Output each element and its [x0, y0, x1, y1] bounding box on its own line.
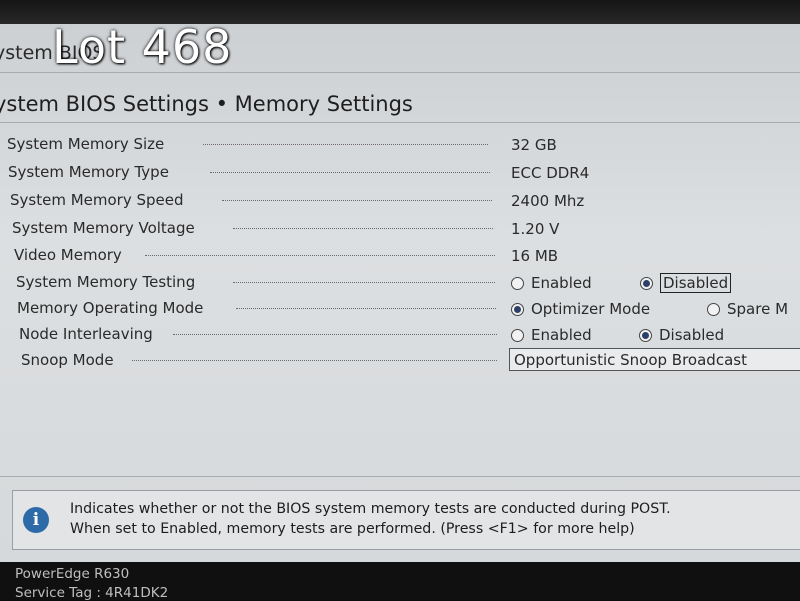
lot-overlay-label: Lot 468 — [52, 20, 233, 74]
radio-label: Optimizer Mode — [531, 300, 651, 318]
setting-value: ECC DDR4 — [511, 164, 590, 182]
radio-label: Spare M — [727, 300, 789, 318]
dotted-leader — [236, 308, 496, 309]
info-icon: i — [23, 507, 49, 533]
dotted-leader — [132, 360, 497, 361]
radio-label: Disabled — [660, 273, 732, 293]
setting-label: Snoop Mode — [21, 351, 114, 369]
setting-value: 1.20 V — [511, 220, 560, 238]
server-model: PowerEdge R630 — [15, 566, 130, 582]
service-tag: Service Tag : 4R41DK2 — [15, 585, 169, 601]
dotted-leader — [233, 282, 495, 283]
dotted-leader — [222, 200, 492, 201]
setting-label: Memory Operating Mode — [17, 299, 204, 317]
setting-label: System Memory Voltage — [12, 219, 195, 237]
setting-label: System Memory Speed — [10, 191, 184, 209]
snoop-mode-select[interactable]: Opportunistic Snoop Broadcast — [509, 348, 800, 371]
footer-bar: PowerEdge R630 Service Tag : 4R41DK2 — [0, 562, 800, 601]
page-heading: ystem BIOS Settings • Memory Settings — [0, 92, 413, 116]
memory-testing-enabled-radio[interactable]: Enabled — [511, 274, 592, 292]
dotted-leader — [210, 172, 490, 173]
help-divider — [0, 476, 800, 477]
setting-value: 2400 Mhz — [511, 192, 585, 210]
memory-testing-disabled-radio[interactable]: Disabled — [640, 273, 732, 293]
radio-label: Disabled — [659, 326, 725, 344]
dotted-leader — [173, 334, 497, 335]
radio-label: Enabled — [531, 274, 592, 292]
heading-divider — [0, 122, 800, 123]
help-line-1: Indicates whether or not the BIOS system… — [70, 501, 671, 517]
bios-screen: ystem BIOS ystem BIOS Settings • Memory … — [0, 24, 800, 562]
setting-label: System Memory Size — [7, 135, 165, 153]
setting-label: Video Memory — [14, 246, 122, 264]
node-interleaving-enabled-radio[interactable]: Enabled — [511, 326, 592, 344]
setting-label: System Memory Type — [8, 163, 169, 181]
radio-selected-icon — [640, 276, 653, 290]
radio-label: Enabled — [531, 326, 592, 344]
node-interleaving-disabled-radio[interactable]: Disabled — [639, 326, 724, 344]
help-panel: i Indicates whether or not the BIOS syst… — [12, 490, 800, 550]
help-line-2: When set to Enabled, memory tests are pe… — [70, 521, 635, 537]
dotted-leader — [203, 144, 488, 145]
operating-mode-optimizer-radio[interactable]: Optimizer Mode — [511, 300, 650, 318]
radio-unselected-icon — [511, 328, 524, 342]
setting-value: 32 GB — [511, 136, 557, 154]
setting-label: System Memory Testing — [16, 273, 196, 291]
radio-unselected-icon — [707, 302, 720, 316]
setting-label: Node Interleaving — [19, 325, 153, 343]
setting-value: 16 MB — [511, 247, 559, 265]
radio-selected-icon — [639, 328, 652, 342]
dotted-leader — [233, 228, 493, 229]
radio-unselected-icon — [511, 276, 524, 290]
dotted-leader — [145, 255, 495, 256]
radio-selected-icon — [511, 302, 524, 316]
operating-mode-spare-radio[interactable]: Spare M — [707, 300, 788, 318]
help-text: Indicates whether or not the BIOS system… — [70, 499, 671, 539]
